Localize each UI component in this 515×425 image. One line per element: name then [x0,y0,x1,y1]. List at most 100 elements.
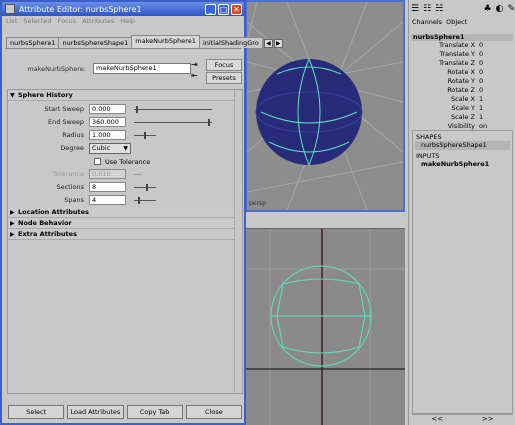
render-icon[interactable]: ♣ [484,4,492,14]
input-node-item[interactable]: makeNurbSphere1 [413,160,512,169]
channel-attribute-value[interactable]: 0 [479,59,483,67]
tab-scroll-right-icon[interactable]: ▶ [273,39,283,48]
radius-row: Radius 1.000 [14,130,238,140]
node-name-field[interactable]: makeNurbSphere1 [93,63,191,74]
channel-attribute-row[interactable]: Scale X 1 [409,95,515,104]
menu-selected[interactable]: Selected [23,17,51,25]
selected-object-name[interactable]: nurbsSphere1 [411,34,513,41]
channel-attribute-name: Translate Z [438,59,475,67]
spans-slider[interactable] [134,197,156,204]
close-icon[interactable]: ✕ [231,3,242,15]
end-sweep-field[interactable]: 360.000 [89,117,126,127]
node-behavior-header[interactable]: ▶ Node Behavior [8,218,242,229]
channel-attribute-value[interactable]: 1 [479,113,483,121]
vertical-scrollbar[interactable] [234,90,242,393]
channel-attribute-row[interactable]: Translate X 0 [409,41,515,50]
scroll-right-icon[interactable]: >> [482,415,494,424]
select-node-icon[interactable]: ⇥ [190,60,199,69]
tolerance-row: Tolerance 0.010 [14,169,238,179]
close-button[interactable]: Close [185,405,242,419]
channel-attribute-row[interactable]: Rotate Y 0 [409,77,515,86]
sphere-history-header[interactable]: ▼ Sphere History [8,90,242,101]
start-sweep-slider[interactable] [134,106,212,113]
copy-tab-button[interactable]: Copy Tab [126,405,183,419]
pencil-icon[interactable]: ✎ [507,4,515,14]
radius-field[interactable]: 1.000 [89,130,126,140]
app-icon [5,4,15,14]
attribute-editor-window: Attribute Editor: nurbsSphere1 _ □ ✕ Lis… [0,0,283,425]
load-attributes-button[interactable]: Load Attributes [67,405,124,419]
channel-attribute-value[interactable]: 1 [479,104,483,112]
persp-scene: persp [247,2,403,210]
channel-box-menu: Channels Object [409,18,515,28]
channel-attribute-row[interactable]: Translate Y 0 [409,50,515,59]
tab-initial-shading-group[interactable]: initialShadingGro [198,37,263,48]
channel-attribute-name: Scale Y [451,104,475,112]
channel-attribute-value[interactable]: 0 [479,68,483,76]
extra-attributes-header[interactable]: ▶ Extra Attributes [8,229,242,240]
select-button[interactable]: Select [8,405,65,419]
node-name-row: makeNurbSphere: makeNurbSphere1 ⇥ ⇤ Focu… [10,59,242,87]
scroll-left-icon[interactable]: << [431,415,443,424]
tab-make-nurb-sphere[interactable]: makeNurbSphere1 [131,35,200,48]
channel-attribute-name: Rotate Z [447,86,475,94]
channel-attribute-value[interactable]: 0 [479,77,483,85]
tab-scroll-left-icon[interactable]: ◀ [263,39,273,48]
sections-slider[interactable] [134,184,156,191]
shape-node-item[interactable]: nurbsSphereShape1 [415,141,510,150]
front-viewport[interactable] [245,228,405,425]
expand-right-icon: ▶ [10,230,15,238]
channel-attribute-name: Rotate X [447,68,475,76]
channel-attribute-row[interactable]: Scale Y 1 [409,104,515,113]
attribute-editor-layout-icon[interactable]: ☷ [423,4,431,14]
menu-help[interactable]: Help [120,17,135,25]
channel-attribute-name: Translate Y [439,50,475,58]
channel-attribute-row[interactable]: Rotate X 0 [409,68,515,77]
minimize-icon[interactable]: _ [205,3,216,15]
channel-attribute-row[interactable]: Rotate Z 0 [409,86,515,95]
front-scene [245,229,405,425]
channel-attribute-value[interactable]: 0 [479,50,483,58]
channel-box-layout-icon[interactable]: ☰ [411,4,419,14]
start-sweep-field[interactable]: 0.000 [89,104,126,114]
menu-list[interactable]: List [6,17,17,25]
channel-attribute-row[interactable]: Scale Z 1 [409,113,515,122]
perspective-viewport[interactable]: persp [245,0,405,212]
menu-focus[interactable]: Focus [58,17,77,25]
channel-attribute-name: Scale Z [450,113,475,121]
channel-attribute-row[interactable]: Translate Z 0 [409,59,515,68]
tolerance-slider[interactable] [134,174,142,175]
tab-nurbs-sphere-shape[interactable]: nurbsSphereShape1 [58,37,133,48]
tab-nurbs-sphere[interactable]: nurbsSphere1 [6,37,60,48]
end-sweep-row: End Sweep 360.000 [14,117,238,127]
channel-attribute-value[interactable]: 1 [479,95,483,103]
channel-attribute-value[interactable]: 0 [479,41,483,49]
globe-icon[interactable]: ◐ [496,4,504,14]
focus-button[interactable]: Focus [206,59,242,71]
menu-attributes[interactable]: Attributes [82,17,114,25]
degree-row: Degree Cubic ▼ [14,143,238,155]
sections-field[interactable]: 8 [89,182,126,192]
channel-attribute-value[interactable]: 0 [479,86,483,94]
horizontal-scrollbar[interactable]: << >> [412,414,513,424]
object-menu[interactable]: Object [446,18,467,28]
window-title: Attribute Editor: nurbsSphere1 [19,4,142,14]
radius-slider[interactable] [134,132,156,139]
presets-button[interactable]: Presets [206,72,242,84]
channel-attribute-name: Rotate Y [447,77,475,85]
channel-attribute-value[interactable]: on [479,122,487,130]
spans-row: Spans 4 [14,195,238,205]
channels-menu[interactable]: Channels [412,18,442,28]
title-bar[interactable]: Attribute Editor: nurbsSphere1 _ □ ✕ [2,2,244,16]
end-sweep-slider[interactable] [134,119,212,126]
location-attributes-header[interactable]: ▶ Location Attributes [8,207,242,218]
tolerance-field[interactable]: 0.010 [89,169,126,179]
use-tolerance-checkbox[interactable] [94,158,101,165]
persp-label: persp [249,200,266,207]
tool-settings-icon[interactable]: ☵ [435,4,443,14]
navigate-icon[interactable]: ⇤ [190,71,199,80]
maximize-icon[interactable]: □ [218,3,229,15]
shapes-header: SHAPES [416,133,442,141]
spans-field[interactable]: 4 [89,195,126,205]
degree-dropdown[interactable]: Cubic ▼ [89,143,131,154]
